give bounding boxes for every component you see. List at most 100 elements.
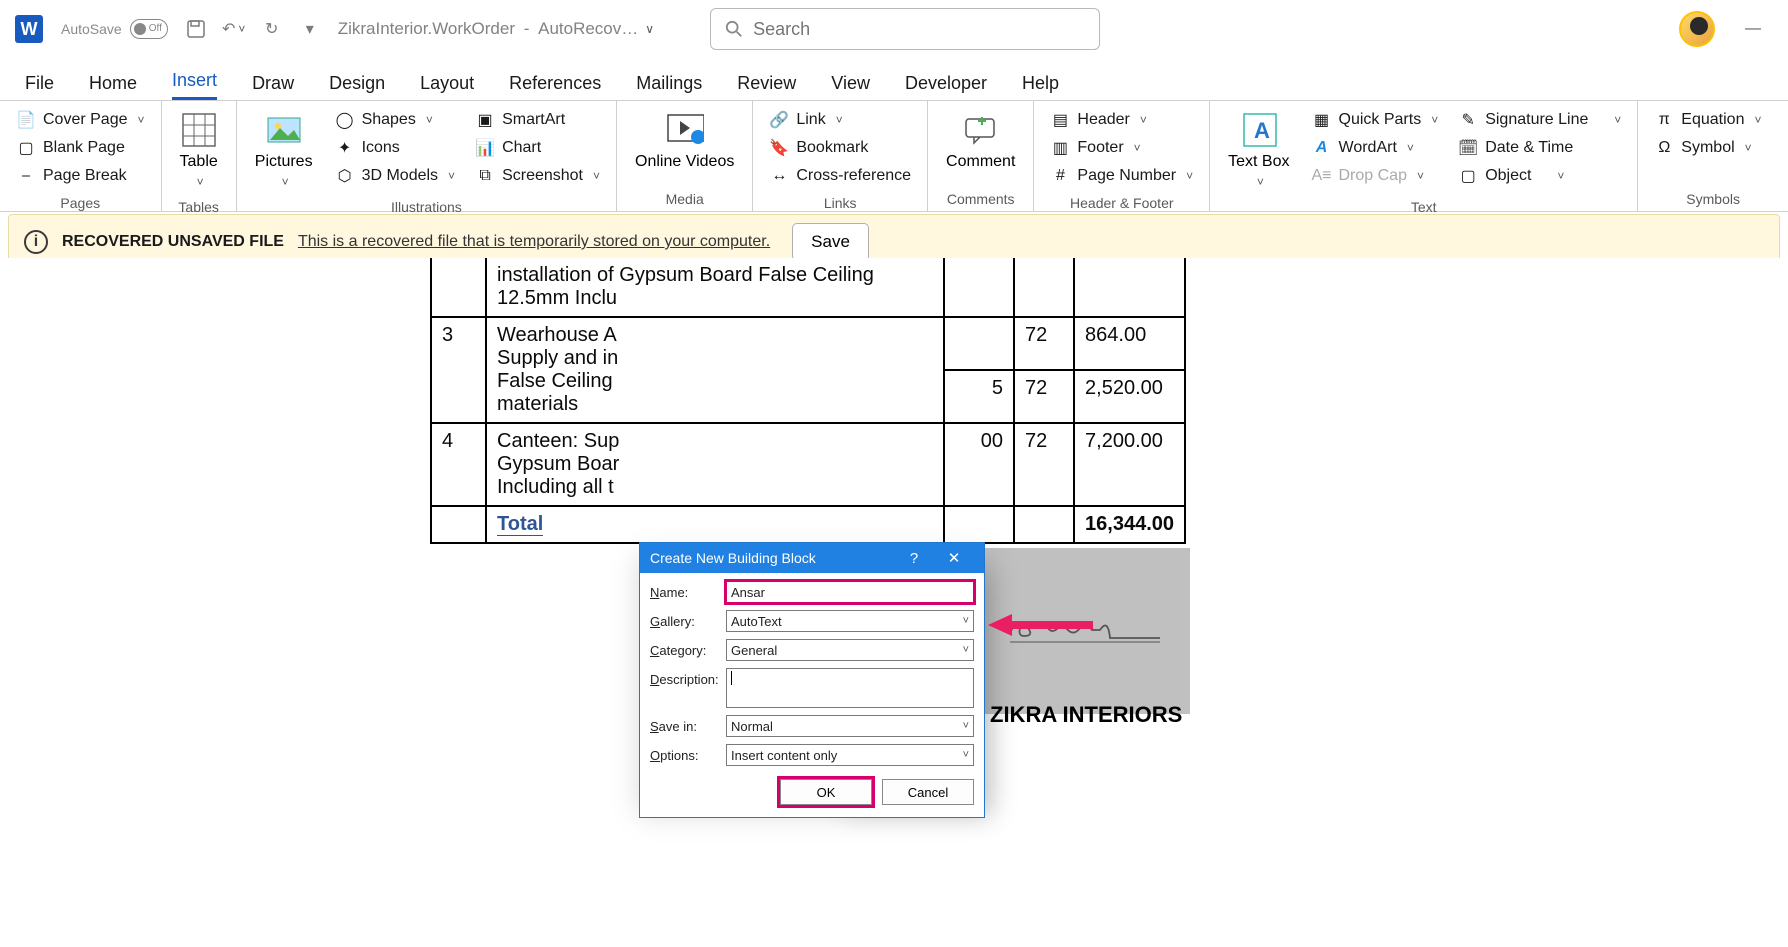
equation-button[interactable]: πEquation˅ xyxy=(1648,107,1767,133)
icons-button[interactable]: ✦Icons xyxy=(329,135,462,161)
cross-reference-button[interactable]: ↔Cross-reference xyxy=(763,163,917,189)
signature-icon: ✎ xyxy=(1458,110,1478,130)
object-button[interactable]: ▢Object ˅ xyxy=(1452,163,1627,189)
dropcap-icon: A≡ xyxy=(1312,166,1332,186)
tab-layout[interactable]: Layout xyxy=(420,73,474,100)
cancel-button[interactable]: Cancel xyxy=(882,779,974,805)
table-icon xyxy=(180,111,218,149)
footer-button[interactable]: ▥Footer˅ xyxy=(1044,135,1199,161)
dialog-help-button[interactable]: ? xyxy=(894,550,934,567)
online-videos-button[interactable]: Online Videos xyxy=(627,107,742,175)
pictures-icon xyxy=(265,111,303,149)
autosave-toggle[interactable] xyxy=(130,19,168,39)
date-time-button[interactable]: 🗓Date & Time xyxy=(1452,135,1627,161)
comment-icon xyxy=(962,111,1000,149)
cover-page-icon: 📄 xyxy=(16,110,36,130)
document-title[interactable]: ZikraInterior.WorkOrder - AutoRecov… ∨ xyxy=(338,19,654,39)
building-block-dialog: Create New Building Block ? ✕ Name: Ansa… xyxy=(639,542,985,818)
comment-button[interactable]: Comment xyxy=(938,107,1023,175)
options-combo[interactable]: Insert content only xyxy=(726,744,974,766)
link-button[interactable]: 🔗Link˅ xyxy=(763,107,917,133)
description-field[interactable] xyxy=(726,668,974,708)
tab-draw[interactable]: Draw xyxy=(252,73,294,100)
search-icon xyxy=(725,20,743,38)
minimize-button[interactable]: — xyxy=(1733,20,1773,38)
work-order-table: installation of Gypsum Board False Ceili… xyxy=(430,258,1186,544)
bookmark-button[interactable]: 🔖Bookmark xyxy=(763,135,917,161)
ribbon-group-media: Online Videos Media xyxy=(617,101,753,211)
header-button[interactable]: ▤Header˅ xyxy=(1044,107,1199,133)
category-combo[interactable]: General xyxy=(726,639,974,661)
wordart-button[interactable]: AWordArt˅ xyxy=(1306,135,1445,161)
savein-combo[interactable]: Normal xyxy=(726,715,974,737)
ok-button[interactable]: OK xyxy=(780,779,872,805)
quick-parts-button[interactable]: ▦Quick Parts˅ xyxy=(1306,107,1445,133)
svg-text:A: A xyxy=(1254,118,1270,143)
name-field[interactable]: Ansar xyxy=(726,581,974,603)
dialog-title: Create New Building Block xyxy=(650,550,816,566)
tab-help[interactable]: Help xyxy=(1022,73,1059,100)
link-icon: 🔗 xyxy=(769,110,789,130)
search-box[interactable] xyxy=(710,8,1100,50)
info-icon: i xyxy=(24,230,48,254)
screenshot-button[interactable]: ⧉Screenshot˅ xyxy=(469,163,606,189)
ribbon-group-pages: 📄Cover Page˅ ▢Blank Page ⎯Page Break Pag… xyxy=(0,101,162,211)
autosave-label: AutoSave xyxy=(61,21,122,37)
chart-icon: 📊 xyxy=(475,138,495,158)
qat-more-icon[interactable]: ▾ xyxy=(300,19,320,39)
dialog-titlebar[interactable]: Create New Building Block ? ✕ xyxy=(640,543,984,573)
text-box-button[interactable]: A Text Box˅ xyxy=(1220,107,1297,193)
tab-design[interactable]: Design xyxy=(329,73,385,100)
dialog-close-button[interactable]: ✕ xyxy=(934,549,974,567)
description-label: Description: xyxy=(650,668,722,687)
header-icon: ▤ xyxy=(1050,110,1070,130)
tab-developer[interactable]: Developer xyxy=(905,73,987,100)
document-page: installation of Gypsum Board False Ceili… xyxy=(430,258,1186,544)
document-canvas[interactable]: installation of Gypsum Board False Ceili… xyxy=(0,258,1788,947)
redo-icon[interactable]: ↻ xyxy=(262,19,282,39)
signature-line-button[interactable]: ✎Signature Line ˅ xyxy=(1452,107,1627,133)
search-input[interactable] xyxy=(753,19,1085,40)
user-avatar[interactable] xyxy=(1679,11,1715,47)
options-label: Options: xyxy=(650,748,722,763)
tab-file[interactable]: File xyxy=(25,73,54,100)
tab-mailings[interactable]: Mailings xyxy=(636,73,702,100)
recovery-save-button[interactable]: Save xyxy=(792,223,869,261)
symbol-button[interactable]: ΩSymbol˅ xyxy=(1648,135,1767,161)
bookmark-icon: 🔖 xyxy=(769,138,789,158)
ribbon-group-illustrations: Pictures˅ ◯Shapes˅ ✦Icons ⬡3D Models˅ ▣S… xyxy=(237,101,617,211)
blank-page-button[interactable]: ▢Blank Page xyxy=(10,135,151,161)
ribbon-group-symbols: πEquation˅ ΩSymbol˅ Symbols xyxy=(1638,101,1788,211)
smartart-button[interactable]: ▣SmartArt xyxy=(469,107,606,133)
cover-page-button[interactable]: 📄Cover Page˅ xyxy=(10,107,151,133)
autosave-toggle-group[interactable]: AutoSave xyxy=(61,19,168,39)
table-button[interactable]: Table˅ xyxy=(172,107,226,193)
savein-label: Save in: xyxy=(650,719,722,734)
recovery-message[interactable]: This is a recovered file that is tempora… xyxy=(298,233,770,251)
pictures-button[interactable]: Pictures˅ xyxy=(247,107,321,193)
shapes-button[interactable]: ◯Shapes˅ xyxy=(329,107,462,133)
tab-home[interactable]: Home xyxy=(89,73,137,100)
tab-view[interactable]: View xyxy=(831,73,870,100)
date-icon: 🗓 xyxy=(1458,138,1478,158)
gallery-combo[interactable]: AutoText xyxy=(726,610,974,632)
drop-cap-button[interactable]: A≡Drop Cap˅ xyxy=(1306,163,1445,189)
tab-references[interactable]: References xyxy=(509,73,601,100)
chart-button[interactable]: 📊Chart xyxy=(469,135,606,161)
table-row: 4 Canteen: Sup Gypsum Boar Including all… xyxy=(431,423,1185,506)
textbox-icon: A xyxy=(1240,111,1278,149)
3d-models-button[interactable]: ⬡3D Models˅ xyxy=(329,163,462,189)
icons-icon: ✦ xyxy=(335,138,355,158)
symbol-icon: Ω xyxy=(1654,138,1674,158)
table-row: installation of Gypsum Board False Ceili… xyxy=(431,258,1185,317)
video-icon xyxy=(666,111,704,149)
annotation-arrow xyxy=(988,610,1098,640)
page-number-button[interactable]: #Page Number˅ xyxy=(1044,163,1199,189)
undo-icon[interactable]: ↶˅ xyxy=(224,19,244,39)
tab-review[interactable]: Review xyxy=(737,73,796,100)
tab-insert[interactable]: Insert xyxy=(172,70,217,100)
recovery-title: RECOVERED UNSAVED FILE xyxy=(62,233,284,251)
page-break-button[interactable]: ⎯Page Break xyxy=(10,163,151,189)
save-icon[interactable] xyxy=(186,19,206,39)
word-app-icon: W xyxy=(15,15,43,43)
